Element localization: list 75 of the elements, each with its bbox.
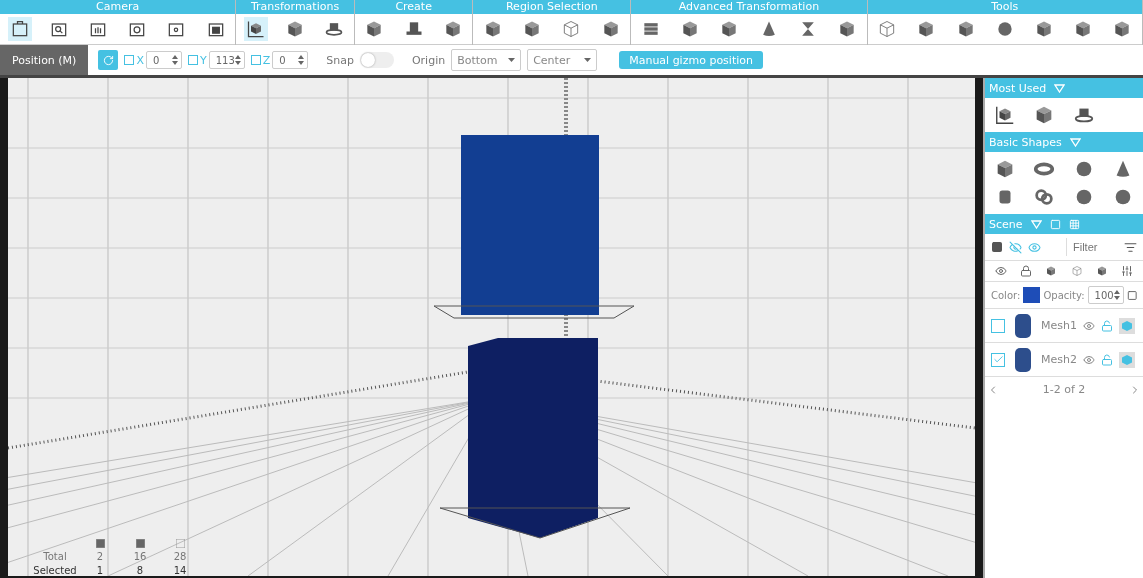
spinner-arrows-icon[interactable] bbox=[298, 55, 305, 65]
axis-label: X bbox=[136, 53, 144, 67]
rotate-icon bbox=[102, 54, 114, 66]
snap-toggle[interactable] bbox=[359, 52, 394, 68]
opacity-label: Opacity: bbox=[1043, 289, 1085, 301]
knot-icon bbox=[1033, 186, 1056, 208]
snap-label: Snap bbox=[326, 53, 354, 67]
cube-axes-icon bbox=[245, 19, 266, 39]
stats-value: 14 bbox=[173, 565, 187, 576]
toolbar-group-title: Create bbox=[354, 0, 473, 14]
mesh-thumbnail bbox=[1015, 313, 1031, 338]
stats-label: Selected bbox=[33, 565, 77, 576]
opacity-field[interactable]: 100 bbox=[1087, 286, 1124, 304]
mesh-checkbox[interactable] bbox=[991, 318, 1005, 333]
cube-icon bbox=[1095, 265, 1108, 277]
cube-axes-icon bbox=[993, 104, 1016, 126]
manual-gizmo-button[interactable]: Manual gizmo position bbox=[619, 51, 763, 69]
axis-value-field[interactable]: 113 bbox=[208, 51, 245, 69]
stats-value: 8 bbox=[136, 565, 144, 576]
mode-label: Position (M) bbox=[0, 45, 89, 75]
cube-toggle[interactable] bbox=[1118, 317, 1135, 334]
dropdown-value: Bottom bbox=[457, 53, 498, 67]
mesh-checkbox[interactable] bbox=[991, 352, 1005, 367]
color-label: Color: bbox=[991, 289, 1021, 301]
stats-label: Total bbox=[43, 551, 67, 562]
toolbar-button[interactable] bbox=[243, 17, 268, 41]
cube-toggle[interactable] bbox=[1118, 351, 1135, 368]
origin-dropdown[interactable]: Bottom bbox=[451, 49, 522, 71]
axis-value-field[interactable]: 0 bbox=[272, 51, 309, 69]
spinner-arrows-icon[interactable] bbox=[1113, 290, 1120, 300]
axis-checkbox[interactable] bbox=[250, 55, 261, 65]
color-swatch[interactable] bbox=[1023, 287, 1041, 303]
mesh-thumbnail bbox=[1015, 347, 1031, 372]
eye-icon[interactable] bbox=[1082, 319, 1095, 332]
cube-icon bbox=[1045, 265, 1058, 277]
toolbar-group-title: Region Selection bbox=[473, 0, 631, 14]
axis-value: 0 bbox=[279, 54, 286, 66]
axis-label: Y bbox=[199, 53, 207, 67]
wireframe-cube-icon bbox=[1070, 265, 1083, 277]
origin-label: Origin bbox=[411, 53, 446, 67]
lock-icon[interactable] bbox=[1020, 265, 1032, 277]
panel-title: Most Used bbox=[989, 81, 1047, 95]
mesh-name[interactable]: Mesh1 bbox=[1041, 319, 1077, 332]
panel-title: Basic Shapes bbox=[989, 135, 1062, 149]
filter-icon[interactable] bbox=[1124, 240, 1137, 254]
caret-icon bbox=[508, 58, 516, 62]
sliders-icon[interactable] bbox=[1121, 265, 1134, 277]
origin-dropdown[interactable]: Center bbox=[527, 49, 598, 71]
viewport-3d-drawing[interactable] bbox=[8, 78, 975, 576]
panel-title: Scene bbox=[989, 217, 1023, 231]
spinner-arrows-icon[interactable] bbox=[171, 55, 178, 65]
axis-checkbox[interactable] bbox=[187, 55, 198, 65]
toolbar-group-title: Transformations bbox=[236, 0, 354, 14]
spinner-arrows-icon[interactable] bbox=[234, 55, 241, 65]
axis-label: Z bbox=[262, 53, 271, 67]
axis-value-field[interactable]: 0 bbox=[145, 51, 182, 69]
stats-value: 16 bbox=[133, 551, 147, 562]
opacity-value: 100 bbox=[1094, 289, 1114, 301]
caret-icon bbox=[584, 58, 592, 62]
mesh-name[interactable]: Mesh2 bbox=[1041, 353, 1077, 366]
dropdown-value: Center bbox=[533, 53, 571, 67]
stats-value: 28 bbox=[173, 551, 187, 562]
pager-text: 1-2 of 2 bbox=[1042, 383, 1086, 396]
toolbar-button[interactable] bbox=[7, 17, 32, 41]
toolbar-group-title: Tools bbox=[867, 0, 1142, 14]
eye-icon[interactable] bbox=[994, 265, 1007, 277]
axis-value: 0 bbox=[152, 54, 160, 66]
toolbar-group-title: Camera bbox=[0, 0, 236, 14]
axis-value: 113 bbox=[215, 54, 235, 66]
toolbar-group-title: Advanced Transformation bbox=[631, 0, 867, 14]
stats-value: 2 bbox=[96, 551, 104, 562]
axis-checkbox[interactable] bbox=[124, 55, 135, 65]
square-icon[interactable] bbox=[1126, 289, 1137, 301]
stats-value: 1 bbox=[96, 565, 104, 576]
eye-icon[interactable] bbox=[1082, 353, 1095, 366]
